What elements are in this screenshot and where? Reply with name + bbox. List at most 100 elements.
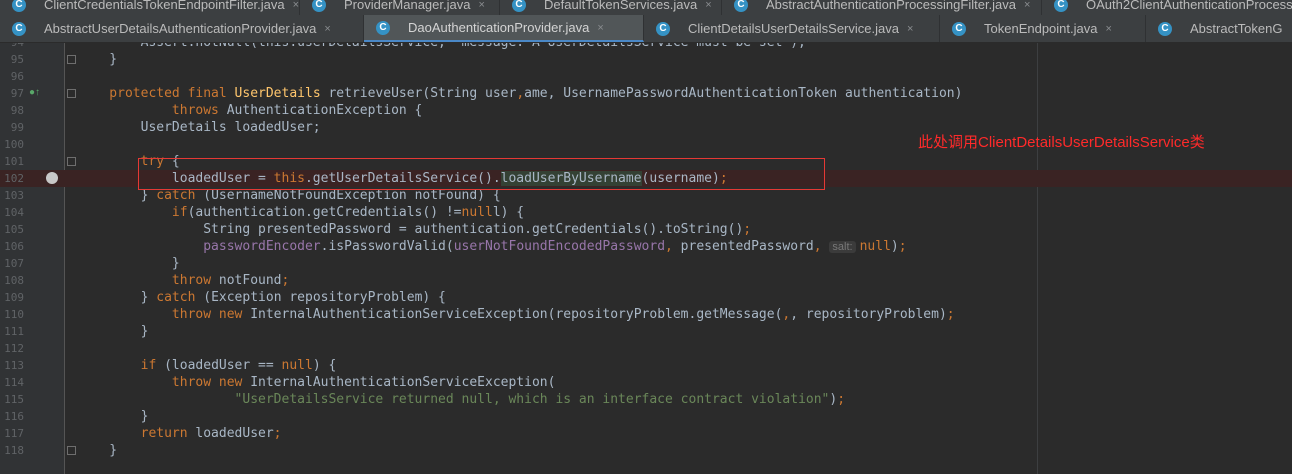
close-icon[interactable]: × xyxy=(324,23,330,35)
annotation-text: 此处调用ClientDetailsUserDetailsService类 xyxy=(918,134,1205,151)
code-editor[interactable]: 94 Assert.notNull(this.userDetailsServic… xyxy=(0,43,1292,474)
code-token: , repositoryProblem) xyxy=(790,307,947,322)
code-token: if xyxy=(78,205,188,220)
code-token: throw xyxy=(78,273,212,288)
line-number: 107 xyxy=(4,257,24,270)
line-number: 95 xyxy=(10,53,24,66)
code-text: return loadedUser; xyxy=(78,425,282,442)
code-token: catch xyxy=(156,188,196,203)
line-number: 109 xyxy=(4,291,24,304)
code-token: loadedUser xyxy=(187,426,274,441)
code-token: String presentedPassword = authenticatio… xyxy=(78,222,744,237)
code-token: ; xyxy=(273,426,282,441)
tab-abstract-authentication-processing-filter[interactable]: C AbstractAuthenticationProcessingFilter.… xyxy=(722,0,1042,15)
code-token: (Exception repositoryProblem) { xyxy=(195,290,446,305)
line-number: 106 xyxy=(4,240,24,253)
fold-marker-icon[interactable] xyxy=(67,89,76,98)
close-icon[interactable]: × xyxy=(478,0,484,11)
line-number: 94 xyxy=(0,43,24,51)
override-method-icon[interactable]: ●↑ xyxy=(29,87,40,98)
code-line: 118 } xyxy=(0,442,1292,459)
class-file-icon: C xyxy=(312,0,326,12)
tab-abstract-user-details-authentication-provider[interactable]: C AbstractUserDetailsAuthenticationProvid… xyxy=(0,15,364,42)
code-token: l) { xyxy=(492,205,525,220)
breakpoint-icon[interactable] xyxy=(46,172,58,184)
code-text: } xyxy=(78,324,149,339)
tab-label: ClientCredentialsTokenEndpointFilter.jav… xyxy=(44,0,285,12)
code-line: 111 } xyxy=(0,323,1292,340)
editor-tabs-row-2: C AbstractUserDetailsAuthenticationProvid… xyxy=(0,15,1292,43)
code-line: 114 throw new InternalAuthenticationServ… xyxy=(0,374,1292,391)
code-token: .isPasswordValid( xyxy=(320,239,454,254)
code-text: } catch (Exception repositoryProblem) { xyxy=(78,289,446,306)
tab-abstract-token-granter[interactable]: C AbstractTokenG xyxy=(1146,15,1292,42)
code-token: null xyxy=(281,358,313,373)
code-token: return xyxy=(78,426,188,441)
tab-default-token-services[interactable]: C DefaultTokenServices.java × xyxy=(500,0,722,15)
line-number: 100 xyxy=(4,138,24,151)
code-token: ; xyxy=(281,273,290,288)
code-token: , xyxy=(813,239,822,254)
tab-client-details-user-details-service[interactable]: C ClientDetailsUserDetailsService.java × xyxy=(644,15,940,42)
close-icon[interactable]: × xyxy=(1105,23,1111,35)
code-token: , xyxy=(516,86,525,101)
code-line: 94 Assert.notNull(this.userDetailsServic… xyxy=(0,43,1292,51)
code-token: null xyxy=(859,239,891,254)
tab-dao-authentication-provider[interactable]: C DaoAuthenticationProvider.java × xyxy=(364,15,644,42)
line-number: 118 xyxy=(4,444,24,457)
code-token: userNotFoundEncodedPassword xyxy=(453,239,666,254)
code-line: 116 } xyxy=(0,408,1292,425)
line-number: 101 xyxy=(4,155,24,168)
code-token: ame, UsernamePasswordAuthenticationToken… xyxy=(524,86,963,101)
code-token: } xyxy=(78,290,157,305)
code-line: 98 throws AuthenticationException { xyxy=(0,102,1292,119)
code-line: 96 xyxy=(0,68,1292,85)
code-text: } xyxy=(78,409,149,424)
line-number: 117 xyxy=(4,427,24,440)
code-token: (UsernameNotFoundException notFound) { xyxy=(195,188,501,203)
code-text: throw notFound; xyxy=(78,272,289,289)
line-number: 104 xyxy=(4,206,24,219)
tab-oauth2-client-authentication-processing-filter[interactable]: C OAuth2ClientAuthenticationProcess xyxy=(1042,0,1292,15)
close-icon[interactable]: × xyxy=(597,22,603,34)
code-token: ; xyxy=(837,392,846,407)
close-icon[interactable]: × xyxy=(907,23,913,35)
close-icon[interactable]: × xyxy=(1024,0,1030,11)
tab-token-endpoint[interactable]: C TokenEndpoint.java × xyxy=(940,15,1146,42)
close-icon[interactable]: × xyxy=(705,0,711,11)
line-number: 111 xyxy=(4,325,24,338)
line-number: 113 xyxy=(4,359,24,372)
fold-marker-icon[interactable] xyxy=(67,446,76,455)
code-token: throw new xyxy=(78,375,243,390)
fold-marker-icon[interactable] xyxy=(67,55,76,64)
class-file-icon: C xyxy=(1158,21,1172,36)
class-file-icon: C xyxy=(512,0,526,12)
class-file-icon: C xyxy=(376,20,390,35)
code-token: InternalAuthenticationServiceException( xyxy=(242,375,556,390)
tab-label: DefaultTokenServices.java xyxy=(544,0,698,12)
line-number: 105 xyxy=(4,223,24,236)
close-icon[interactable]: × xyxy=(293,0,299,11)
class-file-icon: C xyxy=(12,0,26,12)
fold-marker-icon[interactable] xyxy=(67,157,76,166)
parameter-hint: salt: xyxy=(829,241,856,253)
code-text: } xyxy=(78,256,180,271)
code-token: throws xyxy=(78,103,219,118)
code-line: 104 if(authentication.getCredentials() !… xyxy=(0,204,1292,221)
code-token: ; xyxy=(946,307,955,322)
line-number: 112 xyxy=(4,342,24,355)
editor-tabs-row-1: C ClientCredentialsTokenEndpointFilter.ja… xyxy=(0,0,1292,15)
line-number: 97 xyxy=(10,87,24,100)
code-line: 108 throw notFound; xyxy=(0,272,1292,289)
code-line: 110 throw new InternalAuthenticationServ… xyxy=(0,306,1292,323)
code-line: 115 "UserDetailsService returned null, w… xyxy=(0,391,1292,408)
line-number: 115 xyxy=(4,393,24,406)
tab-client-credentials-token-endpoint-filter[interactable]: C ClientCredentialsTokenEndpointFilter.ja… xyxy=(0,0,300,15)
class-file-icon: C xyxy=(952,21,966,36)
code-token: } xyxy=(78,188,157,203)
class-file-icon: C xyxy=(656,21,670,36)
tab-provider-manager[interactable]: C ProviderManager.java × xyxy=(300,0,500,15)
code-token: (authentication.getCredentials() != xyxy=(187,205,462,220)
